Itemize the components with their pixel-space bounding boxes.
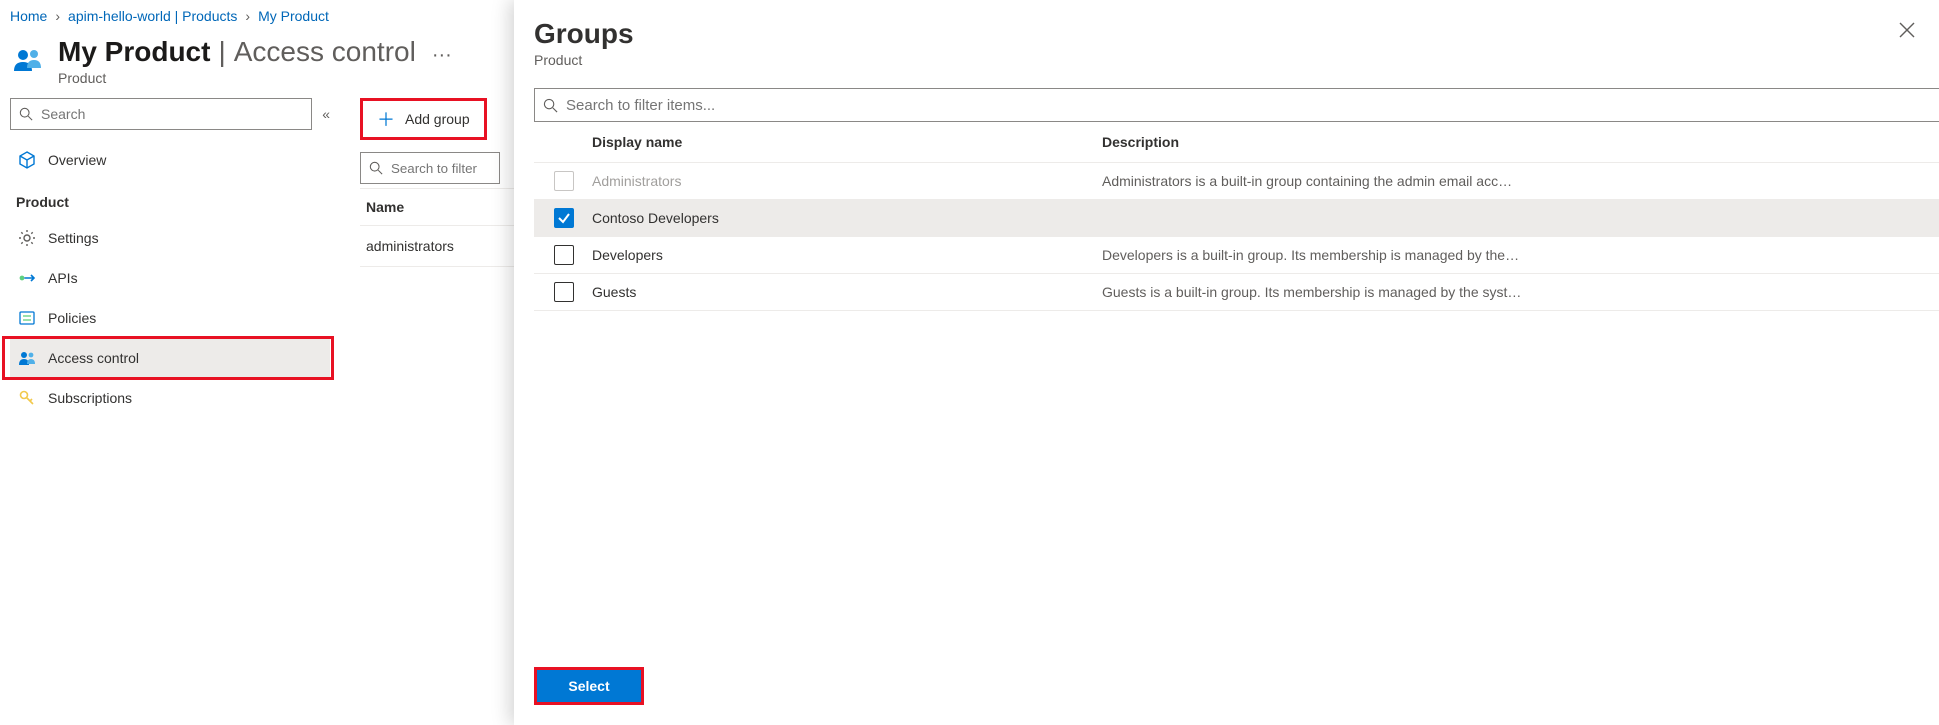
nav-subscriptions-label: Subscriptions [48,390,132,406]
nav-section-product: Product [10,180,330,218]
people-icon [10,42,46,78]
breadcrumb-current[interactable]: My Product [258,8,329,24]
column-description[interactable]: Description [1102,134,1939,150]
chevron-right-icon: › [55,8,60,24]
more-button[interactable]: ··· [424,44,452,67]
nav-policies[interactable]: Policies [10,298,330,338]
sidebar: « Overview Product Settings APIs Policie… [10,98,330,418]
page-title: My Product [58,36,210,68]
key-icon [18,389,36,407]
table-row[interactable]: GuestsGuests is a built-in group. Its me… [534,274,1939,311]
search-icon [369,161,383,175]
page-subtitle: Access control [234,36,416,68]
nav-access-control[interactable]: Access control [10,338,330,378]
nav-overview-label: Overview [48,152,106,168]
nav-settings[interactable]: Settings [10,218,330,258]
panel-title: Groups [534,18,634,50]
checkbox[interactable] [554,208,574,228]
sidebar-search[interactable] [10,98,312,130]
people-icon [18,349,36,367]
main-filter[interactable] [360,152,500,184]
main-filter-input[interactable] [391,161,491,176]
column-display-name[interactable]: Display name [592,134,1102,150]
checkbox[interactable] [554,245,574,265]
nav-policies-label: Policies [48,310,96,326]
groups-panel: Groups Product Display name Description … [514,0,1939,725]
gear-icon [18,229,36,247]
api-icon [18,269,36,287]
title-separator: | [218,36,225,68]
nav-settings-label: Settings [48,230,99,246]
panel-grid-header: Display name Description [534,122,1939,163]
row-name: Guests [592,284,1102,300]
breadcrumb-home[interactable]: Home [10,8,47,24]
add-group-button[interactable]: ＋ Add group [363,101,484,137]
row-description: Developers is a built-in group. Its memb… [1102,247,1939,263]
row-description: Guests is a built-in group. Its membersh… [1102,284,1939,300]
cube-icon [18,151,36,169]
plus-icon: ＋ [377,106,395,132]
panel-subtitle: Product [514,50,1939,82]
panel-search[interactable] [534,88,1939,122]
close-button[interactable] [1895,18,1919,47]
chevron-right-icon: › [245,8,250,24]
checkbox[interactable] [554,282,574,302]
row-name: Administrators [592,173,1102,189]
add-group-label: Add group [405,111,470,127]
table-row[interactable]: DevelopersDevelopers is a built-in group… [534,237,1939,274]
nav-apis[interactable]: APIs [10,258,330,298]
row-name: Contoso Developers [592,210,1102,226]
table-row: AdministratorsAdministrators is a built-… [534,163,1939,200]
search-icon [543,98,558,113]
policy-icon [18,309,36,327]
sidebar-search-input[interactable] [41,106,303,122]
select-button[interactable]: Select [537,670,641,702]
row-description: Administrators is a built-in group conta… [1102,173,1939,189]
nav-subscriptions[interactable]: Subscriptions [10,378,330,418]
breadcrumb-product-list[interactable]: apim-hello-world | Products [68,8,237,24]
nav-apis-label: APIs [48,270,78,286]
collapse-sidebar-button[interactable]: « [322,106,330,122]
panel-footer: Select [514,655,1939,725]
table-row[interactable]: Contoso Developers [534,200,1939,237]
row-name: Developers [592,247,1102,263]
nav-overview[interactable]: Overview [10,140,330,180]
panel-search-input[interactable] [566,97,1931,114]
resource-type-label: Product [58,70,452,86]
close-icon [1899,22,1915,38]
checkbox [554,171,574,191]
search-icon [19,107,33,121]
nav-access-control-label: Access control [48,350,139,366]
